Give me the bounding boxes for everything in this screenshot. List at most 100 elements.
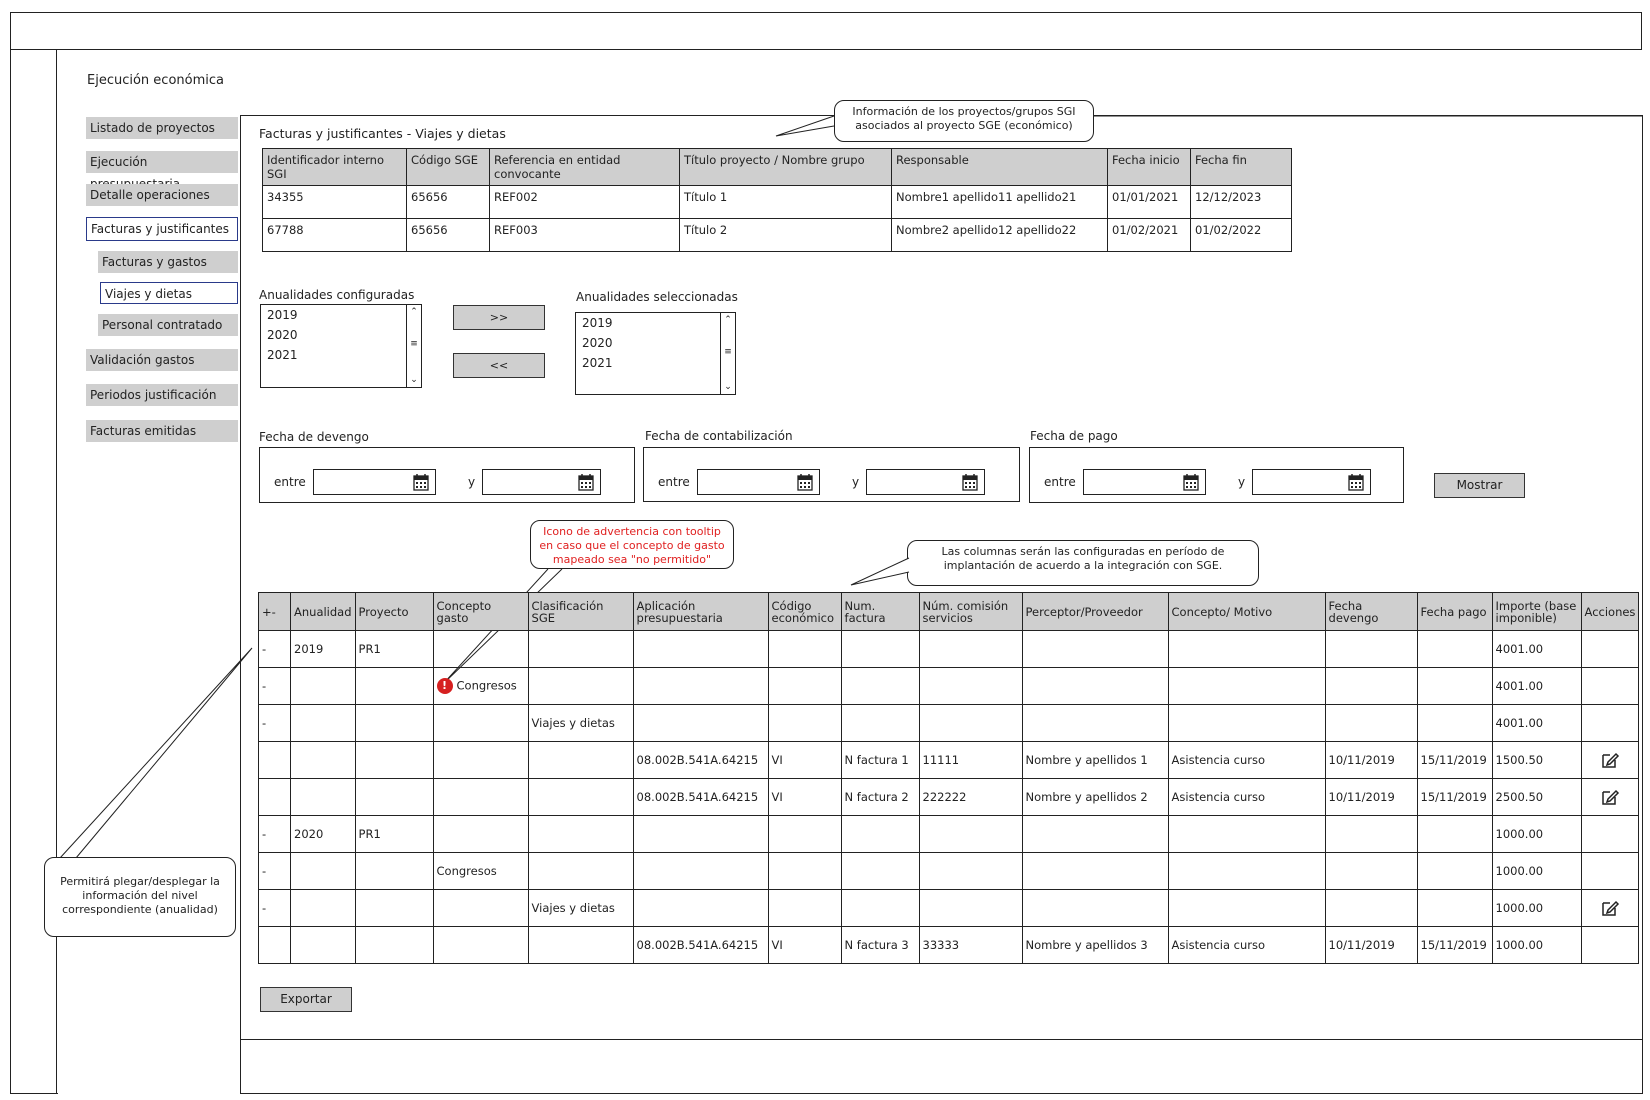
devengo-from-date-input[interactable] [313,469,436,495]
cell-text: 15/11/2019 [1420,790,1487,804]
fecha-devengo-cell [1324,815,1418,853]
cell-text: Nombre y apellidos 1 [1025,753,1148,767]
calendar-icon[interactable] [1348,473,1364,491]
anualidad-cell [290,704,356,742]
table-row[interactable]: - Viajes y dietas 4001.00 [258,704,1640,742]
table-row[interactable]: 67788 65656 REF003 Título 2 Nombre2 apel… [262,218,1292,252]
clasificacion-sge-cell [527,741,634,779]
table-cell: 01/01/2021 [1107,185,1191,219]
cell-text: 222222 [922,790,967,804]
proyecto-cell: PR1 [354,630,434,668]
list-item[interactable]: 2021 [576,353,735,373]
table-cell: Nombre2 apellido12 apellido22 [891,218,1108,252]
toggle-cell[interactable]: - [258,889,291,927]
devengo-to-date-input[interactable] [482,469,601,495]
warning-icon[interactable]: ! [436,678,453,694]
list-item[interactable]: 2020 [261,325,421,345]
sidebar-item-listado-proyectos[interactable]: Listado de proyectos [86,117,238,139]
sidebar-item-ejecucion-presupuestaria[interactable]: Ejecución presupuestaria [86,151,238,191]
toggle-cell[interactable]: - [258,667,291,705]
anualidad-cell [290,852,356,890]
fecha-pago-cell: 15/11/2019 [1416,741,1493,779]
add-annuality-button[interactable]: >> [453,305,545,330]
toggle-cell[interactable]: - [258,630,291,668]
scroll-up-icon[interactable]: ⌃ [409,307,419,317]
toggle-cell[interactable]: - [258,704,291,742]
num-factura-cell [840,815,920,853]
list-item[interactable]: 2021 [261,345,421,365]
table-cell: REF002 [489,185,680,219]
column-header[interactable]: +- [258,592,291,631]
column-header: Código SGE [406,148,490,186]
pago-to-date-input[interactable] [1252,469,1371,495]
calendar-icon[interactable] [962,473,978,491]
scroll-down-icon[interactable]: ⌄ [409,375,419,385]
table-row[interactable]: 08.002B.541A.64215 VI N factura 3 33333 Nomb… [258,926,1640,964]
toggle-cell[interactable] [258,741,291,779]
column-header: Fecha inicio [1107,148,1191,186]
cell-text: Congresos [456,678,517,693]
cell-text: Nombre y apellidos 3 [1025,938,1148,952]
scroll-thumb-icon[interactable]: ≡ [723,347,733,357]
cell-text: 4001.00 [1495,716,1544,730]
sidebar-subitem-viajes-dietas[interactable]: Viajes y dietas [100,282,238,304]
perceptor-cell: Nombre y apellidos 3 [1021,926,1169,964]
table-row[interactable]: 08.002B.541A.64215 VI N factura 2 222222 Nom… [258,778,1640,816]
table-row[interactable]: - Viajes y dietas 1000.00 [258,889,1640,927]
scroll-down-icon[interactable]: ⌄ [723,382,733,392]
table-cell: REF003 [489,218,680,252]
list-item[interactable]: 2020 [576,333,735,353]
importe-cell: 4001.00 [1491,667,1582,705]
scroll-thumb-icon[interactable]: ≡ [409,339,419,349]
show-button[interactable]: Mostrar [1434,473,1525,498]
actions-cell [1580,926,1640,964]
toggle-cell[interactable]: - [258,852,291,890]
pago-from-date-input[interactable] [1083,469,1206,495]
toggle-cell[interactable] [258,926,291,964]
configured-annualities-list[interactable]: 2019 2020 2021 ⌃ ≡ ⌄ [260,304,422,388]
edit-icon[interactable] [1600,787,1620,807]
toggle-cell[interactable] [258,778,291,816]
calendar-icon[interactable] [797,473,813,491]
scrollbar[interactable]: ⌃ ≡ ⌄ [720,313,735,394]
sidebar-item-validacion-gastos[interactable]: Validación gastos [86,349,238,371]
calendar-icon[interactable] [578,473,594,491]
table-row[interactable]: - 2020 PR1 1000.00 [258,815,1640,853]
sidebar-item-facturas-justificantes[interactable]: Facturas y justificantes [86,217,238,241]
sidebar-subitem-facturas-gastos[interactable]: Facturas y gastos [98,251,238,273]
list-item[interactable]: 2019 [261,305,421,325]
edit-icon[interactable] [1600,750,1620,770]
remove-annuality-button[interactable]: << [453,353,545,378]
table-row[interactable]: -! Congresos 4001.00 [258,667,1640,705]
selected-annualities-list[interactable]: 2019 2020 2021 ⌃ ≡ ⌄ [575,312,736,395]
column-header: Fecha pago [1416,592,1493,631]
list-item[interactable]: 2019 [576,313,735,333]
between-label: entre [274,475,306,489]
sidebar-item-periodos-justificacion[interactable]: Periodos justificación [86,384,238,406]
calendar-icon[interactable] [1183,473,1199,491]
fecha-pago-cell [1416,704,1493,742]
anualidad-cell [290,926,356,964]
importe-cell: 1000.00 [1491,889,1582,927]
table-row[interactable]: - Congresos 1000.00 [258,852,1640,890]
sidebar-subitem-personal-contratado[interactable]: Personal contratado [98,314,238,336]
sidebar-item-detalle-operaciones[interactable]: Detalle operaciones [86,184,238,206]
perceptor-cell: Nombre y apellidos 2 [1021,778,1169,816]
table-row[interactable]: - 2019 PR1 4001.00 [258,630,1640,668]
contabilizacion-to-date-input[interactable] [866,469,985,495]
concepto-motivo-cell [1167,889,1326,927]
sidebar-item-facturas-emitidas[interactable]: Facturas emitidas [86,420,238,442]
table-row[interactable]: 34355 65656 REF002 Título 1 Nombre1 apel… [262,185,1292,219]
contabilizacion-from-date-input[interactable] [697,469,820,495]
codigo-economico-cell: VI [767,778,842,816]
scroll-up-icon[interactable]: ⌃ [723,315,733,325]
calendar-icon[interactable] [413,473,429,491]
edit-icon[interactable] [1600,898,1620,918]
scrollbar[interactable]: ⌃ ≡ ⌄ [406,305,421,387]
export-button[interactable]: Exportar [260,987,352,1012]
num-comision-cell [918,704,1023,742]
cell-text: 1000.00 [1495,901,1544,915]
and-label: y [852,475,860,489]
table-row[interactable]: 08.002B.541A.64215 VI N factura 1 11111 Nomb… [258,741,1640,779]
toggle-cell[interactable]: - [258,815,291,853]
